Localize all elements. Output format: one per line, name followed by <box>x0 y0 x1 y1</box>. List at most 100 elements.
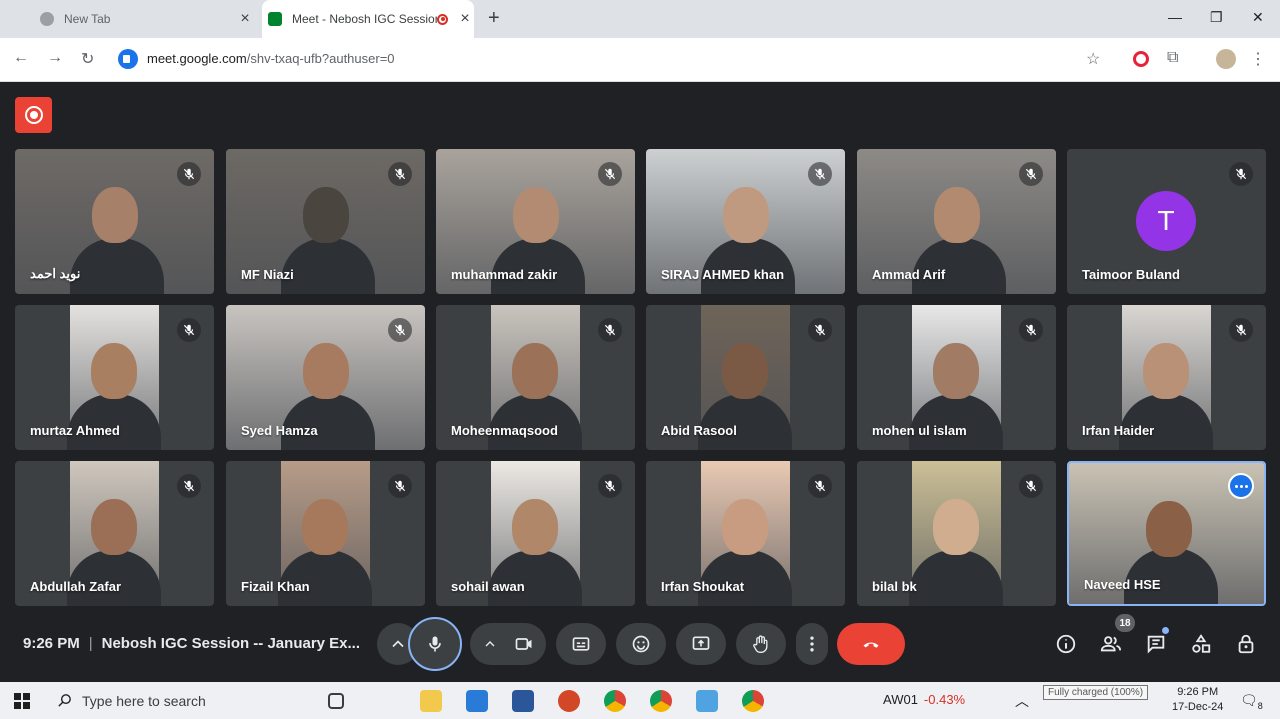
up-arrow-icon[interactable]: ︿ <box>1015 691 1029 711</box>
notification-count: 8 <box>1257 700 1263 711</box>
activities-button[interactable] <box>1188 631 1214 657</box>
video-options-button[interactable] <box>470 623 546 665</box>
participant-tile[interactable]: Abdullah Zafar <box>15 461 214 606</box>
taskbar-search[interactable]: Type here to search <box>46 682 376 719</box>
participant-silhouette-body <box>909 550 1003 606</box>
bookmark-star-icon[interactable]: ☆ <box>1086 49 1100 69</box>
captions-icon <box>572 637 590 651</box>
notification-center-icon[interactable]: 🗨8 <box>1240 692 1263 711</box>
participant-silhouette-head <box>91 343 137 399</box>
info-icon <box>1056 634 1076 654</box>
minimize-icon[interactable]: — <box>1168 9 1182 25</box>
more-options-icon[interactable] <box>1228 473 1254 499</box>
tab-meet[interactable]: Meet - Nebosh IGC Session × <box>262 0 474 38</box>
word-icon[interactable] <box>512 690 534 712</box>
host-controls-button[interactable] <box>1233 631 1259 657</box>
participant-name: sohail awan <box>451 579 525 594</box>
menu-kebab-icon[interactable]: ⋮ <box>1250 49 1266 69</box>
chat-button[interactable] <box>1143 631 1169 657</box>
windows-start-icon[interactable] <box>14 693 30 709</box>
close-tab-icon[interactable]: × <box>456 10 474 28</box>
recording-icon <box>437 13 448 25</box>
participant-tile[interactable]: sohail awan <box>436 461 635 606</box>
task-view-icon[interactable] <box>328 693 344 709</box>
participant-name: SIRAJ AHMED khan <box>661 267 785 282</box>
forward-icon[interactable]: → <box>47 49 63 67</box>
participant-tile[interactable]: bilal bk <box>857 461 1056 606</box>
hand-icon <box>753 635 768 653</box>
participant-name: Syed Hamza <box>241 423 318 438</box>
mic-off-icon <box>1229 318 1253 342</box>
participant-silhouette-head <box>91 499 137 555</box>
file-explorer-icon[interactable] <box>420 690 442 712</box>
mail-icon[interactable] <box>466 690 488 712</box>
leave-call-button[interactable] <box>837 623 905 665</box>
participant-tile[interactable]: Syed Hamza <box>226 305 425 450</box>
participant-tile[interactable]: T Taimoor Buland <box>1067 149 1266 294</box>
separator: | <box>88 635 93 652</box>
profile-avatar[interactable] <box>1216 49 1236 69</box>
participant-silhouette-body <box>491 238 585 294</box>
participant-tile[interactable]: muhammad zakir <box>436 149 635 294</box>
participant-tile[interactable]: SIRAJ AHMED khan <box>646 149 845 294</box>
participant-tile[interactable]: Irfan Haider <box>1067 305 1266 450</box>
clock-time: 9:26 PM <box>1177 686 1219 698</box>
participant-silhouette-head <box>933 499 979 555</box>
people-button[interactable] <box>1098 631 1124 657</box>
participant-name: Fizail Khan <box>241 579 310 594</box>
chrome-icon[interactable] <box>604 690 626 712</box>
kebab-icon <box>810 636 814 652</box>
url-field[interactable]: meet.google.com/shv-txaq-ufb?authuser=0 <box>147 51 395 66</box>
participant-silhouette-head <box>933 343 979 399</box>
stock-symbol: AW01 <box>883 692 918 707</box>
participant-video <box>909 461 1003 606</box>
reactions-button[interactable] <box>616 623 666 665</box>
mic-off-icon <box>388 162 412 186</box>
raise-hand-button[interactable] <box>736 623 786 665</box>
present-screen-button[interactable] <box>676 623 726 665</box>
meet-site-icon[interactable] <box>118 49 138 69</box>
meeting-details: 9:26 PM | Nebosh IGC Session -- January Ex… <box>23 635 360 652</box>
back-icon[interactable]: ← <box>13 49 29 67</box>
participant-tile[interactable]: Moheenmaqsood <box>436 305 635 450</box>
recording-badge[interactable] <box>15 97 52 133</box>
participant-tile[interactable]: نوید احمد <box>15 149 214 294</box>
new-tab-button[interactable]: + <box>488 7 500 30</box>
extensions-icon[interactable]: ⧉ <box>1167 49 1178 67</box>
participant-tile[interactable]: MF Niazi <box>226 149 425 294</box>
close-tab-icon[interactable]: × <box>236 10 254 28</box>
participant-tile[interactable]: murtaz Ahmed <box>15 305 214 450</box>
captions-button[interactable] <box>556 623 606 665</box>
powerpoint-icon[interactable] <box>558 690 580 712</box>
photos-icon[interactable] <box>696 690 718 712</box>
participant-tile[interactable]: mohen ul islam <box>857 305 1056 450</box>
participant-name: Ammad Arif <box>872 267 946 282</box>
participant-count-badge: 18 <box>1115 614 1135 632</box>
restore-icon[interactable]: ❐ <box>1210 9 1223 26</box>
system-clock[interactable]: 9:26 PM 17-Dec-24 <box>1172 685 1223 715</box>
meet-icon <box>268 12 282 26</box>
more-options-button[interactable] <box>796 623 828 665</box>
participant-name: Naveed HSE <box>1084 577 1161 592</box>
chrome-profile-icon[interactable] <box>650 690 672 712</box>
stock-widget[interactable]: AW01 -0.43% <box>883 692 965 707</box>
participant-tile[interactable]: Naveed HSE <box>1067 461 1266 606</box>
meeting-time: 9:26 PM <box>23 635 80 652</box>
participant-tile[interactable]: Abid Rasool <box>646 305 845 450</box>
opera-extension-icon[interactable] <box>1133 51 1149 67</box>
participant-tile[interactable]: Ammad Arif <box>857 149 1056 294</box>
chat-notification-dot <box>1162 627 1169 634</box>
mic-off-icon <box>808 318 832 342</box>
tab-new-tab[interactable]: New Tab × <box>40 0 254 38</box>
url-path: /shv-txaq-ufb?authuser=0 <box>246 51 395 66</box>
participant-silhouette-body <box>70 238 164 294</box>
participant-name: Taimoor Buland <box>1082 267 1180 282</box>
microphone-button[interactable] <box>408 617 462 671</box>
participant-tile[interactable]: Irfan Shoukat <box>646 461 845 606</box>
reload-icon[interactable]: ↻ <box>81 49 94 69</box>
chrome-alt-icon[interactable] <box>742 690 764 712</box>
participant-tile[interactable]: Fizail Khan <box>226 461 425 606</box>
close-window-icon[interactable]: ✕ <box>1252 9 1264 26</box>
meeting-details-button[interactable] <box>1053 631 1079 657</box>
meeting-title: Nebosh IGC Session -- January Ex... <box>101 635 361 652</box>
